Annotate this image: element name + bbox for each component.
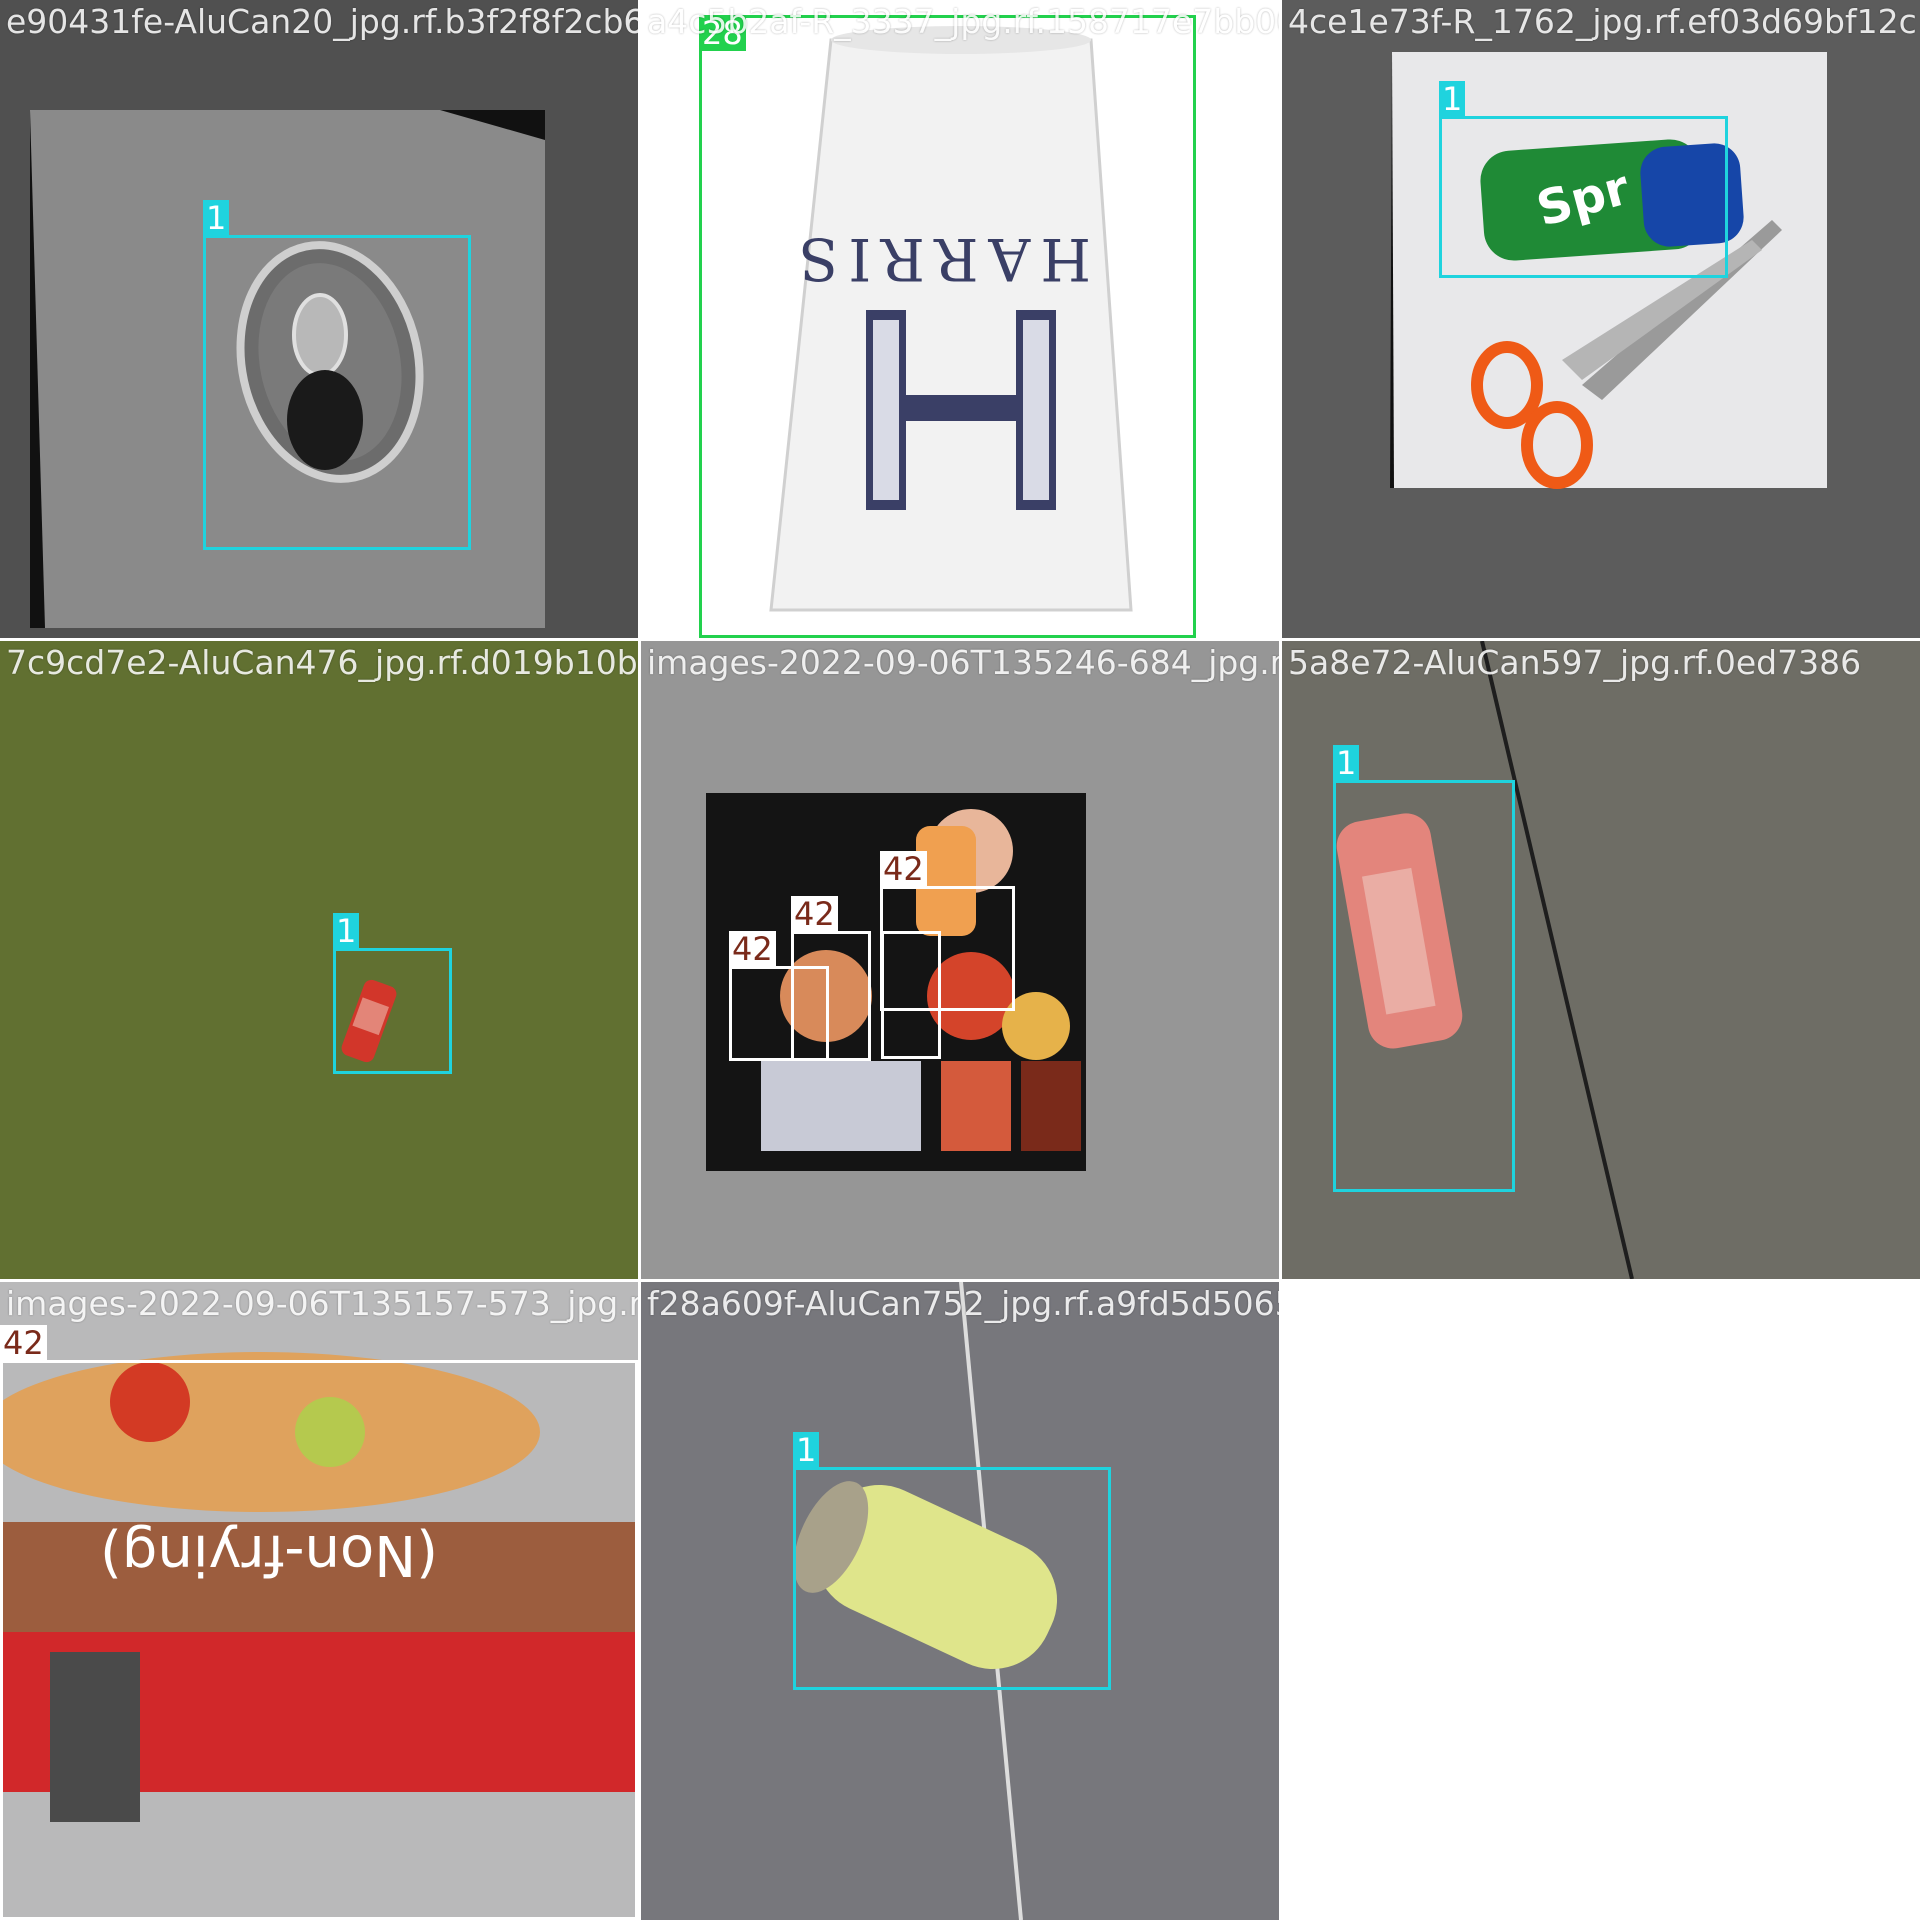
class-label: 1 — [1439, 81, 1466, 117]
detection-box: 28 — [699, 15, 1196, 638]
class-label: 42 — [880, 851, 927, 887]
class-label: 1 — [333, 913, 360, 949]
tile-empty — [1282, 1282, 1920, 1920]
image-filename: 4ce1e73f-R_1762_jpg.rf.ef03d69bf12c — [1288, 2, 1917, 41]
detection-box: 42 — [0, 1325, 638, 1920]
image-filename: images-2022-09-06T135157-573_jpg.rf.28a6 — [6, 1284, 638, 1323]
image-filename: e90431fe-AluCan20_jpg.rf.b3f2f8f2cb6 — [6, 2, 638, 41]
class-label: 1 — [203, 200, 230, 236]
detection-box: 42 — [791, 896, 871, 1061]
detection-box: 1 — [1333, 745, 1515, 1192]
image-filename: images-2022-09-06T135246-684_jpg.rf.5a8e — [647, 643, 1279, 682]
image-filename: a4c5b2af-R_3337_jpg.rf.158717e7bb004ae99… — [647, 2, 1279, 41]
tile-crushed-can: 5a8e72-AluCan597_jpg.rf.0ed7386 1 — [1282, 641, 1920, 1279]
tile-can-on-grass: 7c9cd7e2-AluCan476_jpg.rf.d019b10bd37890… — [0, 641, 638, 1279]
detection-mosaic: e90431fe-AluCan20_jpg.rf.b3f2f8f2cb6 1 H… — [0, 0, 1920, 1920]
tile-sprite-can: Spr 4ce1e73f-R_1762_jpg.rf.ef03d69bf12c … — [1282, 0, 1920, 638]
tile-noodle-cup: (Non-frying) images-2022-09-06T135157-57… — [0, 1282, 638, 1920]
image-filename: f28a609f-AluCan752_jpg.rf.a9fd5d5065ba20 — [647, 1284, 1279, 1323]
detection-box: 1 — [203, 200, 471, 550]
image-filename: 5a8e72-AluCan597_jpg.rf.0ed7386 — [1288, 643, 1862, 682]
image-filename: 7c9cd7e2-AluCan476_jpg.rf.d019b10bd37890 — [6, 643, 638, 682]
tile-can-lid: e90431fe-AluCan20_jpg.rf.b3f2f8f2cb6 1 — [0, 0, 638, 638]
detection-box — [881, 931, 941, 1059]
class-label: 42 — [791, 896, 838, 932]
class-label: 1 — [1333, 745, 1360, 781]
tile-paper-cup: HARRIS a4c5b2af-R_3337_jpg.rf.158717e7bb… — [641, 0, 1279, 638]
detection-box: 1 — [333, 913, 452, 1074]
tile-yellow-can: f28a609f-AluCan752_jpg.rf.a9fd5d5065ba20… — [641, 1282, 1279, 1920]
detection-box: 1 — [1439, 81, 1728, 278]
tile-food-collage: images-2022-09-06T135246-684_jpg.rf.5a8e… — [641, 641, 1279, 1279]
class-label: 1 — [793, 1432, 820, 1468]
detection-box: 1 — [793, 1432, 1111, 1690]
class-label: 42 — [0, 1325, 47, 1361]
grass-photo — [0, 641, 638, 1279]
class-label: 42 — [729, 931, 776, 967]
sprite-can-photo: Spr — [1282, 0, 1920, 638]
